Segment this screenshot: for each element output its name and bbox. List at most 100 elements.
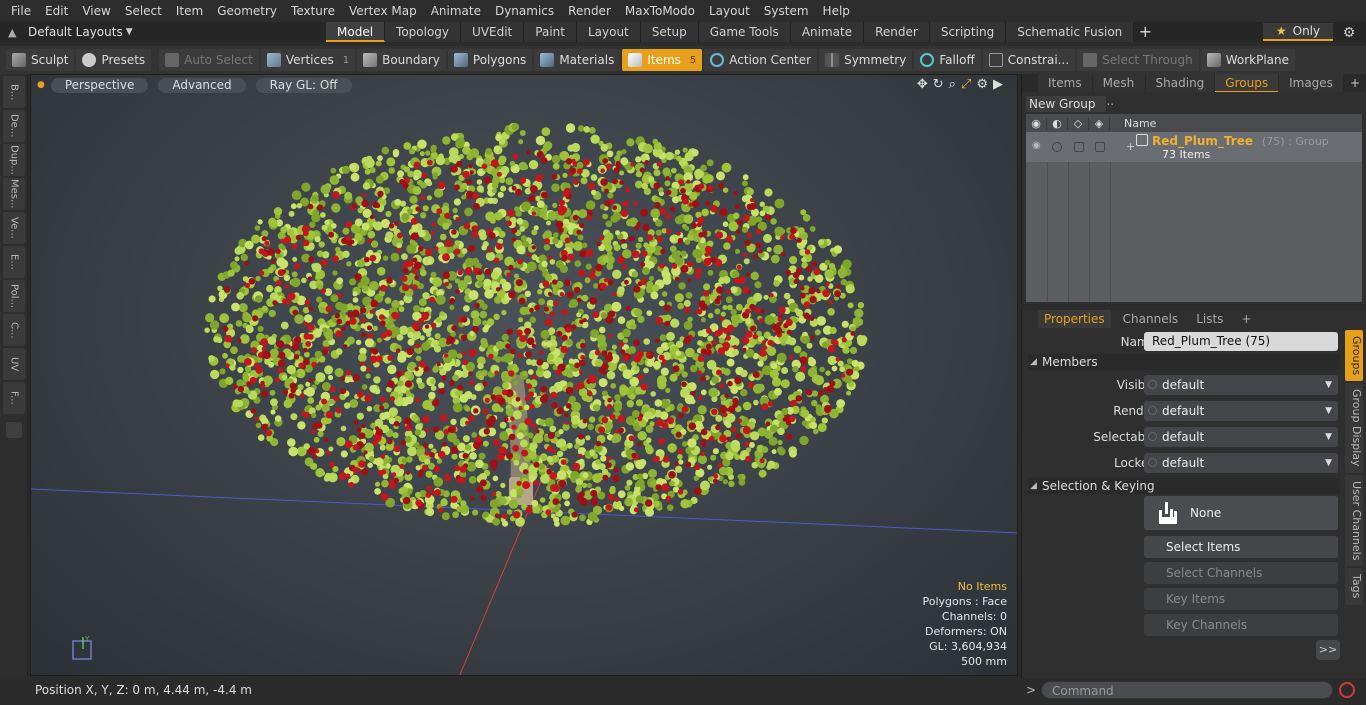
add-properties-tab-button[interactable]: + <box>1235 310 1257 328</box>
menu-edit[interactable]: Edit <box>38 0 75 22</box>
tab-model[interactable]: Model <box>326 22 386 42</box>
tab-paint[interactable]: Paint <box>524 22 577 42</box>
layout-menu[interactable]: ▲ Default Layouts ▼ <box>0 22 300 42</box>
action-center-button[interactable]: Action Center <box>704 49 818 71</box>
tab-schematic-fusion[interactable]: Schematic Fusion <box>1006 22 1135 42</box>
tab-groups[interactable]: Groups <box>1215 74 1279 92</box>
visibility-column-icon[interactable]: ◉ <box>1026 116 1047 130</box>
expand-arrow-icon[interactable]: ▶ <box>993 77 1003 92</box>
select-column-icon[interactable]: ◈ <box>1089 116 1110 130</box>
select-channels-button[interactable]: Select Channels <box>1144 562 1338 584</box>
left-tab-fusion[interactable]: F... <box>3 382 25 414</box>
menu-file[interactable]: File <box>4 0 38 22</box>
rotate-icon[interactable]: ↻ <box>933 77 944 92</box>
left-tab-mesh[interactable]: Mes... <box>3 178 25 210</box>
menu-animate[interactable]: Animate <box>424 0 488 22</box>
key-channels-button[interactable]: Key Channels <box>1144 614 1338 636</box>
menu-item[interactable]: Item <box>169 0 210 22</box>
more-button[interactable]: >> <box>1316 640 1340 660</box>
left-tab-deform[interactable]: De... <box>3 110 25 142</box>
boundary-button[interactable]: Boundary <box>357 49 446 71</box>
menu-view[interactable]: View <box>75 0 117 22</box>
locked-select[interactable]: default ▼ <box>1144 453 1338 473</box>
menu-system[interactable]: System <box>757 0 816 22</box>
render-column-icon[interactable]: ◐ <box>1047 116 1068 130</box>
render-toggle[interactable] <box>1052 142 1062 152</box>
select-toggle[interactable] <box>1095 142 1105 152</box>
left-strip-toggle-button[interactable] <box>6 422 22 438</box>
tab-layout[interactable]: Layout <box>576 22 641 42</box>
name-column-header[interactable]: Name <box>1110 117 1156 130</box>
arrow-up-icon[interactable]: ▲ <box>8 26 28 39</box>
tab-render[interactable]: Render <box>864 22 930 42</box>
left-tab-vertex[interactable]: Ve... <box>3 212 25 244</box>
new-group-button[interactable]: New Group <box>1026 96 1106 112</box>
auto-select-button[interactable]: Auto Select <box>159 49 259 71</box>
tab-mesh[interactable]: Mesh ... <box>1092 74 1145 108</box>
tab-setup[interactable]: Setup <box>640 22 699 42</box>
left-tab-duplicate[interactable]: Dup... <box>3 144 25 176</box>
lock-column-icon[interactable]: ◇ <box>1068 116 1089 130</box>
shading-dropdown[interactable]: Advanced <box>158 77 246 93</box>
menu-help[interactable]: Help <box>816 0 857 22</box>
side-tab-group-display[interactable]: Group Display <box>1345 383 1363 473</box>
tab-topology[interactable]: Topology <box>385 22 462 42</box>
zoom-icon[interactable]: ⌕ <box>949 77 956 92</box>
presets-button[interactable]: Presets <box>76 49 152 71</box>
falloff-button[interactable]: Falloff <box>914 49 981 71</box>
menu-maxtomodo[interactable]: MaxToModo <box>618 0 702 22</box>
side-tab-user-channels[interactable]: User Channels <box>1345 474 1363 567</box>
tab-scripting[interactable]: Scripting <box>929 22 1007 42</box>
left-tab-polygon[interactable]: Pol... <box>3 280 25 312</box>
render-select[interactable]: default ▼ <box>1144 401 1338 421</box>
menu-layout[interactable]: Layout <box>702 0 757 22</box>
items-button[interactable]: Items 5 <box>622 49 703 71</box>
left-tab-edge[interactable]: E... <box>3 246 25 278</box>
add-tab-button[interactable]: + <box>1134 22 1156 42</box>
left-tab-uv[interactable]: UV <box>3 348 25 380</box>
workplane-button[interactable]: WorkPlane <box>1200 49 1296 71</box>
tab-items[interactable]: Items <box>1038 74 1092 92</box>
none-button[interactable]: None <box>1144 496 1338 530</box>
viewport-gear-icon[interactable]: ⚙ <box>976 77 988 92</box>
vertices-button[interactable]: Vertices 1 <box>260 49 356 71</box>
select-through-button[interactable]: Select Through <box>1077 49 1199 71</box>
key-items-button[interactable]: Key Items <box>1144 588 1338 610</box>
tab-properties[interactable]: Properties <box>1038 310 1111 328</box>
eye-icon[interactable]: ◉ <box>1032 140 1042 151</box>
left-tab-curve[interactable]: C... <box>3 314 25 346</box>
members-section[interactable]: ◢ Members <box>1028 354 1340 370</box>
menu-texture[interactable]: Texture <box>284 0 342 22</box>
tab-animate[interactable]: Animate <box>790 22 865 42</box>
symmetry-button[interactable]: Symmetry <box>819 49 913 71</box>
select-items-button[interactable]: Select Items <box>1144 536 1338 558</box>
polygons-button[interactable]: Polygons <box>447 49 533 71</box>
left-tab-b[interactable]: B... <box>3 76 25 108</box>
tab-shading[interactable]: Shading <box>1145 74 1215 92</box>
command-input[interactable]: Command <box>1041 681 1333 699</box>
side-tab-groups[interactable]: Groups <box>1345 330 1363 382</box>
side-tab-tags[interactable]: Tags <box>1345 568 1363 605</box>
selection-keying-section[interactable]: ◢ Selection & Keying <box>1028 478 1340 494</box>
pan-icon[interactable]: ✥ <box>917 77 928 92</box>
menu-geometry[interactable]: Geometry <box>210 0 284 22</box>
only-button[interactable]: ★ Only <box>1263 23 1333 41</box>
table-row[interactable]: ◉ + Red_Plum_Tree (75) : Group 73 Items <box>1026 132 1362 162</box>
constraints-button[interactable]: Constrai... <box>982 49 1076 71</box>
3d-viewport[interactable]: ● Perspective Advanced Ray GL: Off ✥ ↻ ⌕… <box>30 74 1018 676</box>
lock-toggle[interactable] <box>1074 142 1084 152</box>
tab-uvedit[interactable]: UVEdit <box>461 22 525 42</box>
tab-channels[interactable]: Channels <box>1117 310 1185 328</box>
tab-images[interactable]: Images <box>1279 74 1343 92</box>
materials-button[interactable]: Materials <box>534 49 621 71</box>
tab-lists[interactable]: Lists <box>1190 310 1229 328</box>
menu-dynamics[interactable]: Dynamics <box>488 0 561 22</box>
selectable-select[interactable]: default ▼ <box>1144 427 1338 447</box>
tab-game-tools[interactable]: Game Tools <box>698 22 791 42</box>
maximize-icon[interactable]: ⤢ <box>961 77 971 92</box>
visible-select[interactable]: default ▼ <box>1144 375 1338 395</box>
menu-render[interactable]: Render <box>561 0 618 22</box>
add-panel-tab-button[interactable]: + <box>1344 76 1366 90</box>
raygl-dropdown[interactable]: Ray GL: Off <box>255 77 352 93</box>
gear-icon[interactable]: ⚙ <box>1340 24 1358 42</box>
